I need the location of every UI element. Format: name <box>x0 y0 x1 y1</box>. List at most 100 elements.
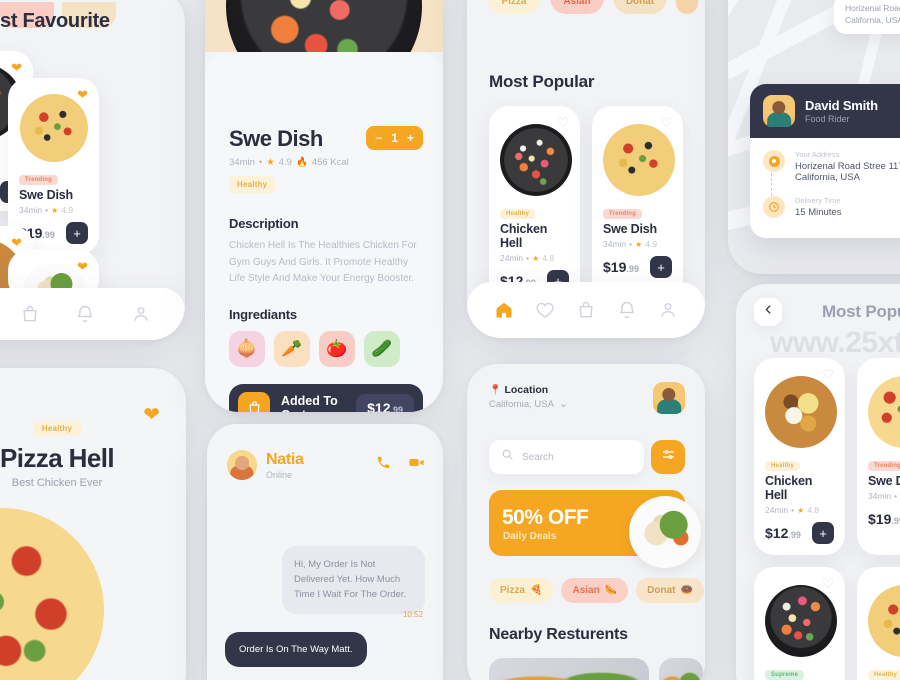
favourite-heart-icon[interactable]: ♡ <box>822 368 834 381</box>
food-card[interactable]: ♡ Trending Swe Dis 34min• ★ 4.9 $19.99 + <box>857 358 900 555</box>
food-image <box>765 376 837 448</box>
back-button[interactable] <box>754 298 782 326</box>
add-to-cart-button[interactable]: + <box>650 256 672 278</box>
food-card[interactable]: ♡ Healthy Chicken Hell 24min• ★ 4.8 $12.… <box>489 106 580 303</box>
food-card[interactable]: ♡ Healthy Chicken Hell 24min• ★ 4.8 $12.… <box>754 358 845 555</box>
favourite-heart-icon[interactable]: ❤ <box>11 61 22 74</box>
address-line-2: California, USA <box>795 172 860 183</box>
food-card[interactable]: ♡ Supreme Swe Dish 34min• ★ 4.9 $19.99 + <box>754 567 845 680</box>
category-card-more[interactable] <box>676 0 698 14</box>
quantity-stepper[interactable]: − 1 + <box>366 126 423 150</box>
food-price: $19.99 <box>603 259 639 275</box>
nav-person-icon[interactable] <box>658 300 678 320</box>
chat-panel: Natia Online Hi, My Order Is Not Deliver… <box>207 424 443 680</box>
chat-message-out: Order Is On The Way Matt. <box>225 632 367 667</box>
ingredient-onion-icon[interactable]: 🧅 <box>229 330 265 367</box>
add-to-cart-button[interactable]: + <box>812 522 834 544</box>
address-pin-icon <box>763 150 785 172</box>
promo-headline: 50% OFF <box>502 506 589 529</box>
nav-heart-icon[interactable] <box>535 300 555 320</box>
description-text: Chicken Hell Is The Healthies Chicken Fo… <box>229 240 417 284</box>
search-icon <box>501 448 514 466</box>
map-tooltip: Horizenal Road S California, USA <box>834 0 900 34</box>
promo-banner[interactable]: 50% OFF Daily Deals <box>489 490 701 568</box>
hotdog-icon: 🌭 <box>604 585 618 596</box>
nav-person-icon[interactable] <box>131 304 151 324</box>
category-card-pizza[interactable]: 🍕 Pizza <box>487 0 541 14</box>
filter-chip-pizza[interactable]: Pizza 🍕 <box>489 578 554 603</box>
ingredient-carrot-icon[interactable]: 🥕 <box>274 330 310 367</box>
food-badge: Trending <box>603 209 642 219</box>
favourite-heart-icon[interactable]: ❤ <box>77 88 88 101</box>
favourite-heart-icon[interactable]: ❤ <box>11 236 22 249</box>
favourite-heart-icon[interactable]: ❤ <box>77 260 88 273</box>
section-title: Most Popular <box>489 72 595 91</box>
pin-icon: 📍 <box>489 384 502 396</box>
nav-bag-icon[interactable] <box>20 304 40 324</box>
food-image <box>868 585 900 657</box>
favourite-heart-icon[interactable]: ♡ <box>822 577 834 590</box>
filter-chip-donat[interactable]: Donat 🍩 <box>636 578 704 603</box>
food-badge: Trending <box>868 461 900 471</box>
star-icon: ★ <box>51 205 59 215</box>
chat-contact-name: Natia <box>266 450 304 468</box>
category-card-donat[interactable]: 🍩 Donat <box>613 0 667 14</box>
avatar[interactable] <box>653 382 685 414</box>
favourite-heart-icon[interactable]: ♡ <box>660 116 672 129</box>
promo-image <box>629 496 701 568</box>
food-name: Swe Dish <box>603 222 657 236</box>
filter-chip-asian[interactable]: Asian 🌭 <box>561 578 629 603</box>
star-icon: ★ <box>266 157 275 168</box>
food-image <box>19 94 88 162</box>
location-selector[interactable]: California, USA ⌄ <box>489 399 568 410</box>
food-badge: Trending <box>19 175 58 185</box>
page-title: Most Popula <box>822 302 900 321</box>
address-label: Your Address <box>795 150 840 159</box>
food-badge: Healthy <box>500 209 536 219</box>
phone-icon[interactable] <box>376 455 391 475</box>
food-badge: Healthy <box>765 461 801 471</box>
chevron-down-icon[interactable]: ⌄ <box>559 399 568 409</box>
restaurant-image[interactable] <box>659 658 703 680</box>
dish-title: Swe Dish <box>229 126 323 151</box>
star-icon: ★ <box>532 253 540 263</box>
map-tracking-panel: Horizenal Road S California, USA David S… <box>728 0 900 274</box>
add-to-cart-button[interactable]: + <box>66 222 88 244</box>
cart-label: Added To Cart <box>281 393 338 413</box>
category-card-asian[interactable]: 🌭 Asian <box>550 0 604 14</box>
cart-price: $12.99 <box>356 393 414 412</box>
fire-icon: 🔥 <box>295 157 308 168</box>
food-badge: Healthy <box>868 670 900 680</box>
sliders-icon <box>661 447 676 467</box>
restaurant-image[interactable] <box>489 658 649 680</box>
ingredient-cucumber-icon[interactable]: 🥒 <box>364 330 400 367</box>
ingredient-tomato-icon[interactable]: 🍅 <box>319 330 355 367</box>
qty-decrease-button[interactable]: − <box>375 131 382 145</box>
filter-button[interactable] <box>651 440 685 474</box>
food-meta: 34min• ★ 4.9 <box>868 491 898 501</box>
food-price: $12.99 <box>0 673 6 680</box>
qty-increase-button[interactable]: + <box>407 131 414 145</box>
pizza-icon: 🍕 <box>530 585 543 596</box>
nav-bell-icon[interactable] <box>75 304 95 324</box>
favourite-heart-icon[interactable]: ♡ <box>557 116 569 129</box>
nav-home-icon[interactable] <box>494 300 514 320</box>
video-icon[interactable] <box>408 454 425 476</box>
rider-name: David Smith <box>805 98 878 113</box>
nav-bag-icon[interactable] <box>576 300 596 320</box>
chevron-left-icon <box>762 303 775 321</box>
food-card[interactable]: ♡ Trending Swe Dish 34min • ★ 4.9 $19.99 … <box>592 106 683 303</box>
ingredients-label: Ingrediants <box>229 306 297 322</box>
chat-message-in: Hi, My Order Is Not Delivered Yet. How M… <box>282 546 425 614</box>
nav-bell-icon[interactable] <box>617 300 637 320</box>
food-meta: 34min• ★ 4.9 <box>603 239 658 249</box>
donut-icon: 🍩 <box>680 585 693 596</box>
food-card[interactable]: ♡ Healthy Chicke 24min• ★ 4.8 $12.99 + <box>857 567 900 680</box>
nearby-title: Nearby Resturents <box>489 626 628 643</box>
location-value: California, USA <box>489 399 554 410</box>
star-icon: ★ <box>797 505 805 515</box>
food-image <box>765 585 837 657</box>
search-placeholder: Search <box>522 451 554 463</box>
add-to-cart-bar[interactable]: Added To Cart $12.99 <box>229 383 423 413</box>
search-input[interactable]: Search <box>489 440 644 474</box>
